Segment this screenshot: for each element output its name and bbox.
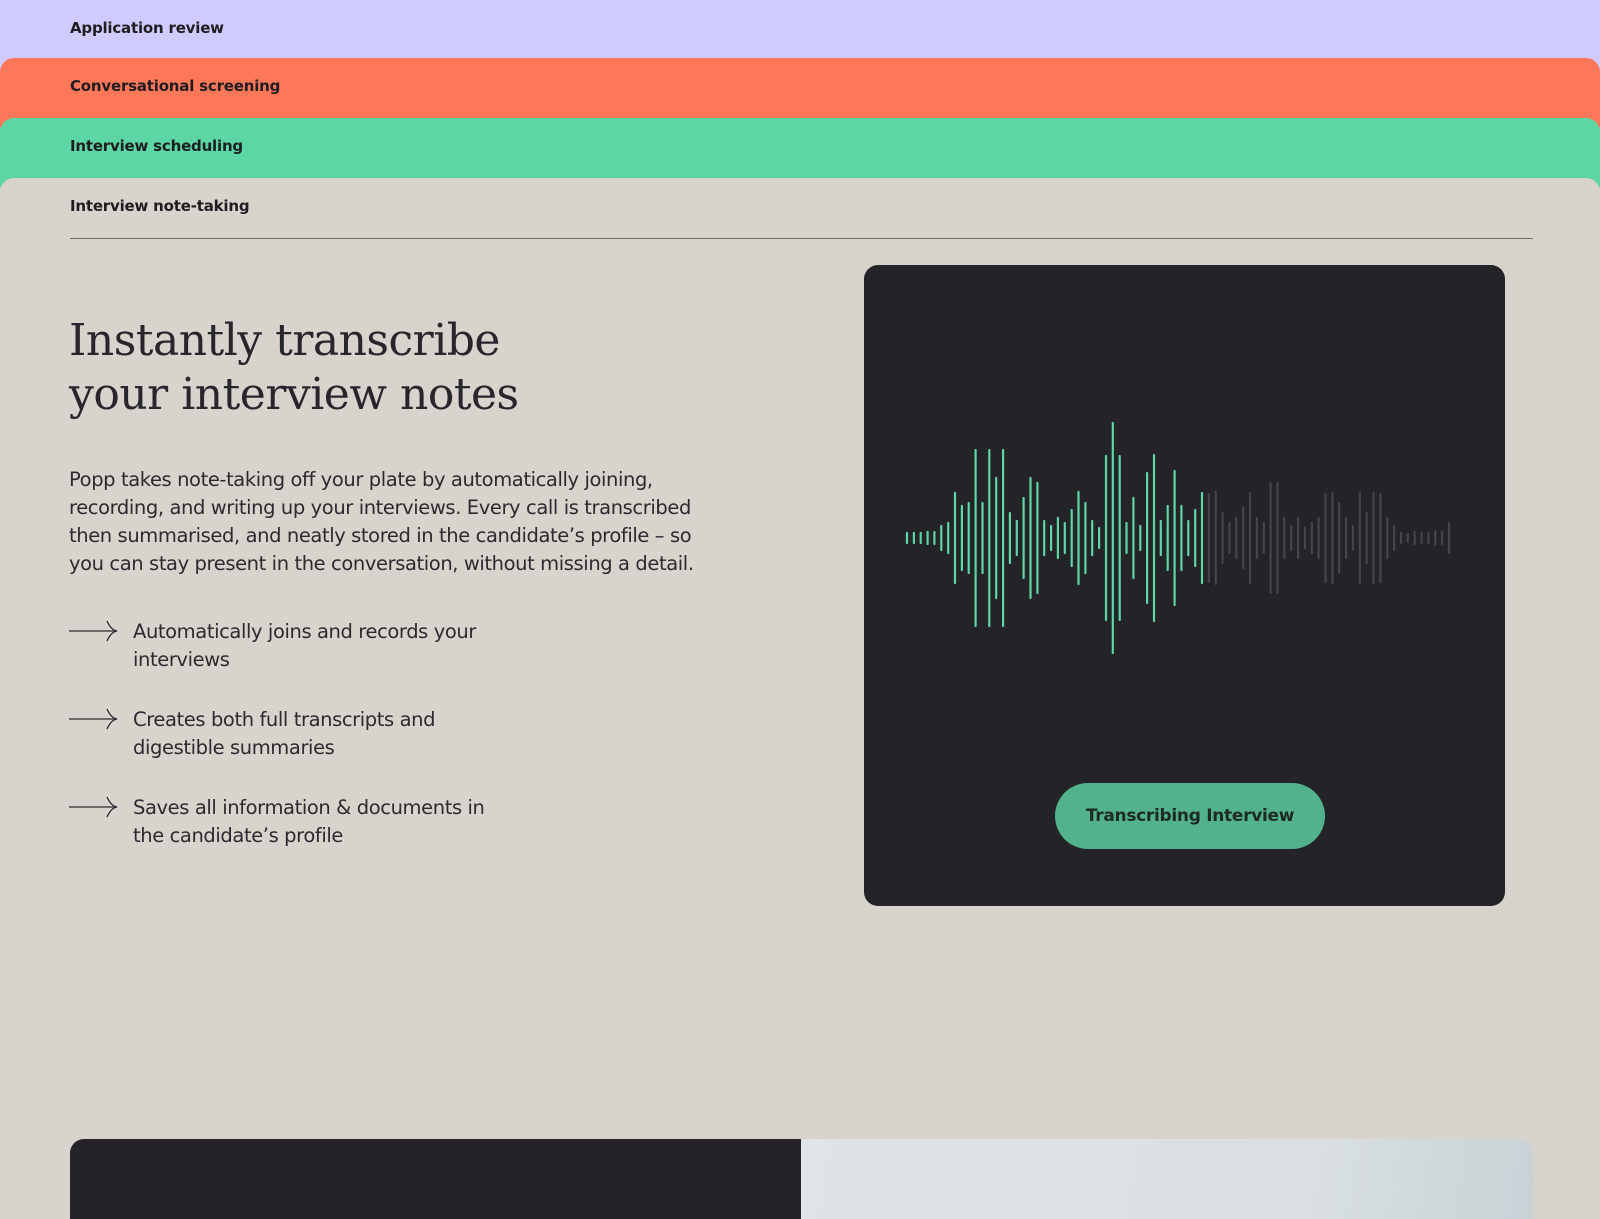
transcription-card: Transcribing Interview: [864, 265, 1505, 906]
feature-item: Creates both full transcripts and digest…: [69, 706, 549, 794]
next-section-preview: [70, 1139, 1533, 1219]
transcribing-status-button[interactable]: Transcribing Interview: [1055, 783, 1325, 849]
feature-text: Saves all information & documents in the…: [133, 796, 485, 847]
tab-label: Application review: [70, 19, 224, 37]
tab-label: Conversational screening: [70, 77, 281, 95]
arrow-right-icon: [69, 708, 118, 730]
arrow-right-icon: [69, 796, 118, 818]
feature-list: Automatically joins and records your int…: [69, 618, 549, 882]
section-description: Popp takes note-taking off your plate by…: [69, 468, 694, 575]
feature-item: Automatically joins and records your int…: [69, 618, 549, 706]
tab-label: Interview note-taking: [70, 197, 250, 215]
feature-text: Automatically joins and records your int…: [133, 620, 476, 671]
section-headline: Instantly transcribe your interview note…: [69, 315, 519, 420]
preview-image: [801, 1139, 1533, 1219]
tab-divider: [70, 238, 1533, 239]
tab-label: Interview scheduling: [70, 137, 243, 155]
preview-dark-panel: [70, 1139, 801, 1219]
feature-item: Saves all information & documents in the…: [69, 794, 549, 882]
feature-text: Creates both full transcripts and digest…: [133, 708, 436, 759]
arrow-right-icon: [69, 620, 118, 642]
